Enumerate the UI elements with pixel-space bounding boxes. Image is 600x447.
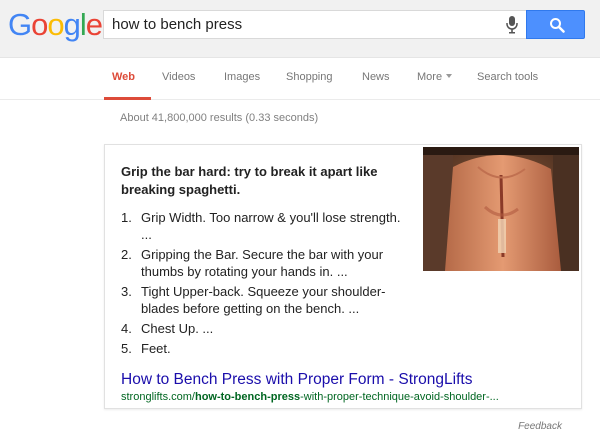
magnifier-icon xyxy=(550,18,565,33)
search-input[interactable] xyxy=(104,11,494,38)
result-title-link[interactable]: How to Bench Press with Proper Form - St… xyxy=(121,371,472,389)
list-item: 2. Gripping the Bar. Secure the bar with … xyxy=(121,246,411,280)
url-suffix: -with-proper-technique-avoid-shoulder-..… xyxy=(300,391,499,403)
step-text: Grip Width. Too narrow & you'll lose str… xyxy=(141,210,401,242)
step-number: 2. xyxy=(121,247,132,262)
answer-steps: 1. Grip Width. Too narrow & you'll lose s… xyxy=(121,209,411,360)
url-bold: how-to-bench-press xyxy=(194,391,301,403)
url-prefix: stronglifts.com/ xyxy=(121,391,195,403)
tab-more[interactable]: More xyxy=(417,69,453,85)
answer-card: Grip the bar hard: try to break it apart… xyxy=(104,144,582,409)
step-text: Chest Up. ... xyxy=(141,321,214,336)
logo-letter: o xyxy=(47,7,64,42)
tab-search-tools[interactable]: Search tools xyxy=(477,69,538,85)
header: Google xyxy=(0,0,600,58)
step-text: Feet. xyxy=(141,341,171,356)
step-number: 5. xyxy=(121,341,132,356)
caret-down-icon xyxy=(446,74,453,78)
logo-letter: G xyxy=(8,7,32,42)
logo-letter: g xyxy=(63,7,81,42)
tab-shopping[interactable]: Shopping xyxy=(286,69,333,85)
list-item: 1. Grip Width. Too narrow & you'll lose s… xyxy=(121,209,411,243)
list-item: 3. Tight Upper-back. Squeeze your shoulde… xyxy=(121,283,411,317)
step-number: 3. xyxy=(121,284,132,299)
tab-more-label: More xyxy=(417,71,443,83)
feedback-link[interactable]: Feedback xyxy=(518,421,562,432)
list-item: 5. Feet. xyxy=(121,340,411,357)
active-tab-indicator xyxy=(104,97,151,100)
logo-letter: o xyxy=(31,7,48,42)
search-button[interactable] xyxy=(526,10,585,39)
tab-web[interactable]: Web xyxy=(112,69,135,85)
microphone-icon[interactable] xyxy=(504,16,520,34)
search-nav: Web Videos Images Shopping News More Sea… xyxy=(0,58,600,100)
step-text: Gripping the Bar. Secure the bar with yo… xyxy=(141,247,384,279)
step-text: Tight Upper-back. Squeeze your shoulder-… xyxy=(141,284,386,316)
tab-videos[interactable]: Videos xyxy=(162,69,195,85)
bench-press-photo xyxy=(423,147,579,271)
results-stats: About 41,800,000 results (0.33 seconds) xyxy=(120,112,319,124)
result-url: stronglifts.com/how-to-bench-press-with-… xyxy=(121,390,499,404)
google-logo[interactable]: Google xyxy=(8,6,103,44)
search-box xyxy=(103,10,526,39)
tab-images[interactable]: Images xyxy=(224,69,260,85)
step-number: 4. xyxy=(121,321,132,336)
list-item: 4. Chest Up. ... xyxy=(121,320,411,337)
answer-image[interactable] xyxy=(423,147,579,271)
logo-letter: e xyxy=(85,7,103,42)
step-number: 1. xyxy=(121,210,132,225)
tab-news[interactable]: News xyxy=(362,69,390,85)
answer-heading: Grip the bar hard: try to break it apart… xyxy=(121,164,378,197)
